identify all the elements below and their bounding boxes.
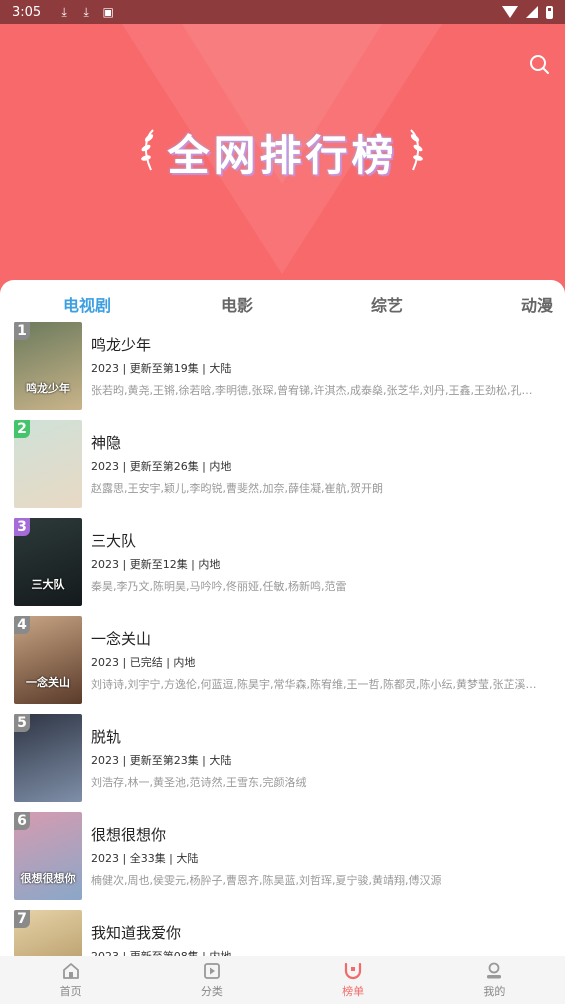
show-meta: 2023 | 更新至第26集 | 内地	[91, 460, 232, 473]
laurel-right-icon	[410, 129, 423, 171]
profile-icon	[487, 962, 502, 979]
rank-badge: 3	[14, 518, 30, 536]
poster-image: 5	[14, 714, 82, 802]
ranking-hero-banner: 全网排行榜	[0, 24, 565, 300]
bottom-navigation: 首页 分类 榜单 我的	[0, 956, 565, 1004]
poster-title-art: 一念关山	[26, 676, 70, 689]
show-cast: 楠健次,周也,侯雯元,杨肸子,曹恩齐,陈昊蓝,刘哲珲,夏宁骏,黄靖翔,傅汉源	[91, 874, 442, 887]
category-tabs: 电视剧 电影 综艺 动漫	[0, 280, 565, 322]
ranking-list-item[interactable]: 1 鸣龙少年 鸣龙少年 2023 | 更新至第19集 | 大陆 张若昀,黄尧,王锵,徐若…	[0, 322, 565, 420]
ranking-list-item[interactable]: 6 很想很想你 很想很想你 2023 | 全33集 | 大陆 楠健次,周也,侯雯元,杨肸…	[0, 812, 565, 910]
show-meta: 2023 | 更新至第19集 | 大陆	[91, 362, 232, 375]
ranking-list-item[interactable]: 7 我知道我爱你 2023 | 更新至第08集 | 内地	[0, 910, 565, 956]
tab-movies[interactable]: 电影	[221, 292, 253, 316]
show-meta: 2023 | 更新至第23集 | 大陆	[91, 754, 232, 767]
ranking-list-item[interactable]: 3 三大队 三大队 2023 | 更新至12集 | 内地 秦昊,李乃文,陈明昊,马吟吟,…	[0, 518, 565, 616]
show-meta: 2023 | 全33集 | 大陆	[91, 852, 199, 865]
app-notification-icon: ▣	[102, 5, 114, 19]
hero-title: 全网排行榜	[167, 131, 398, 180]
show-meta: 2023 | 已完结 | 内地	[91, 656, 196, 669]
show-cast: 刘浩存,林一,黄圣池,范诗然,王雪东,完颜洛绒	[91, 776, 307, 789]
show-cast: 赵露思,王安宇,颖儿,李昀锐,曹斐然,加奈,薛佳凝,崔航,贺开朗	[91, 482, 383, 495]
nav-category[interactable]: 分类	[141, 956, 282, 1004]
rank-badge: 5	[14, 714, 30, 732]
show-title: 脱轨	[91, 728, 122, 746]
show-cast: 秦昊,李乃文,陈明昊,马吟吟,佟丽娅,任敏,杨新鸣,范雷	[91, 580, 347, 593]
show-title: 三大队	[91, 532, 137, 550]
tab-tv-series[interactable]: 电视剧	[63, 292, 111, 316]
show-title: 很想很想你	[91, 826, 167, 844]
rank-badge: 6	[14, 812, 30, 830]
play-box-icon	[203, 963, 220, 979]
show-meta: 2023 | 更新至第08集 | 内地	[91, 948, 231, 956]
rank-badge: 2	[14, 420, 30, 438]
signal-icon	[526, 6, 538, 18]
show-cast: 刘诗诗,刘宇宁,方逸伦,何蓝逗,陈昊宇,常华森,陈宥维,王一哲,陈都灵,陈小纭,…	[91, 678, 537, 691]
download-icon: ⤓	[83, 5, 89, 19]
wifi-icon	[502, 6, 518, 18]
tab-variety[interactable]: 综艺	[371, 292, 403, 316]
poster-title-art: 三大队	[31, 578, 65, 591]
nav-profile[interactable]: 我的	[424, 956, 565, 1004]
status-time: 3:05	[12, 4, 42, 20]
ranking-icon	[345, 962, 362, 980]
ranking-list-item[interactable]: 2 神隐 2023 | 更新至第26集 | 内地赵露思,王安宇,颖儿,李昀锐,曹斐然…	[0, 420, 565, 518]
ranking-list-item[interactable]: 4 一念关山 一念关山 2023 | 已完结 | 内地 刘诗诗,刘宇宁,方逸伦,何蓝逗,…	[0, 616, 565, 714]
show-meta: 2023 | 更新至12集 | 内地	[91, 558, 221, 571]
poster-image: 6 很想很想你	[14, 812, 82, 900]
nav-ranking[interactable]: 榜单	[283, 956, 424, 1004]
poster-title-art: 鸣龙少年	[26, 382, 70, 395]
poster-image: 1 鸣龙少年	[14, 322, 82, 410]
status-bar: 3:05 ⤓ ⤓ ▣	[0, 0, 565, 24]
show-title: 神隐	[91, 434, 122, 452]
search-icon[interactable]	[527, 52, 551, 76]
nav-ranking-label: 榜单	[342, 985, 365, 998]
nav-category-label: 分类	[200, 985, 223, 998]
ranking-list: 1 鸣龙少年 鸣龙少年 2023 | 更新至第19集 | 大陆 张若昀,黄尧,王锵,徐若…	[0, 322, 565, 956]
poster-image: 3 三大队	[14, 518, 82, 606]
battery-icon	[546, 5, 553, 19]
nav-profile-label: 我的	[483, 985, 506, 998]
rank-badge: 4	[14, 616, 30, 634]
ranking-list-item[interactable]: 5 脱轨 2023 | 更新至第23集 | 大陆刘浩存,林一,黄圣池,范诗然,王雪东…	[0, 714, 565, 812]
show-title: 我知道我爱你	[91, 924, 182, 942]
rank-badge: 1	[14, 322, 30, 340]
show-title: 一念关山	[91, 630, 152, 648]
download-icon: ⤓	[61, 5, 67, 19]
home-icon	[62, 963, 79, 979]
poster-image: 7	[14, 910, 82, 956]
poster-image: 4 一念关山	[14, 616, 82, 704]
tab-anime[interactable]: 动漫	[521, 292, 553, 316]
rank-badge: 7	[14, 910, 30, 928]
nav-home[interactable]: 首页	[0, 956, 141, 1004]
poster-title-art: 很想很想你	[20, 872, 76, 885]
nav-home-label: 首页	[59, 985, 82, 998]
show-cast: 张若昀,黄尧,王锵,徐若晗,李明德,张琛,曾宥锑,许淇杰,成泰燊,张芝华,刘丹,…	[91, 384, 533, 397]
poster-image: 2	[14, 420, 82, 508]
show-title: 鸣龙少年	[91, 336, 152, 354]
